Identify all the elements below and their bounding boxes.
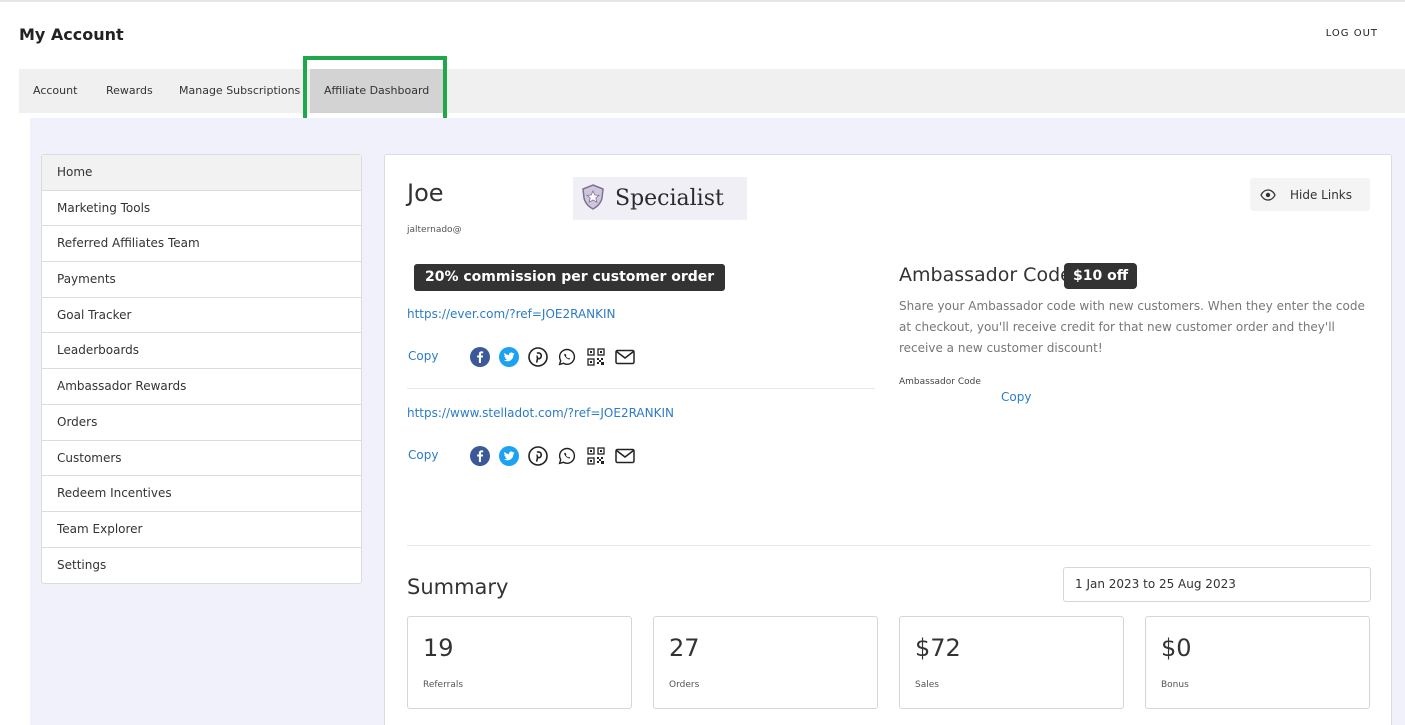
sidebar-item-goal-tracker[interactable]: Goal Tracker xyxy=(42,298,361,334)
logout-button[interactable]: LOG OUT xyxy=(1326,28,1378,39)
sidebar-item-referred-affiliates-team[interactable]: Referred Affiliates Team xyxy=(42,226,361,263)
pinterest-icon[interactable] xyxy=(528,347,548,367)
ambassador-description: Share your Ambassador code with new cust… xyxy=(899,299,1365,355)
stat-value: 27 xyxy=(669,634,700,662)
stat-label: Referrals xyxy=(423,680,464,690)
referral-link[interactable]: https://ever.com/?ref=JOE2RANKIN xyxy=(407,307,616,321)
top-border xyxy=(0,0,1405,2)
sidebar-item-payments[interactable]: Payments xyxy=(42,262,361,298)
stat-value: $0 xyxy=(1161,634,1192,662)
pinterest-icon[interactable] xyxy=(528,446,548,466)
sidebar-item-team-explorer[interactable]: Team Explorer xyxy=(42,512,361,548)
stat-label: Sales xyxy=(915,680,939,690)
sidebar-item-customers[interactable]: Customers xyxy=(42,441,361,477)
copy-ambassador-code-button[interactable]: Copy xyxy=(1001,390,1031,404)
link-divider xyxy=(407,388,875,389)
share-icons-row xyxy=(470,446,635,466)
sidebar-item-home[interactable]: Home xyxy=(42,155,361,191)
email-icon[interactable] xyxy=(615,347,635,367)
stat-label: Bonus xyxy=(1161,680,1189,690)
shield-star-icon xyxy=(581,183,605,214)
sidebar-item-redeem-incentives[interactable]: Redeem Incentives xyxy=(42,476,361,512)
facebook-icon[interactable] xyxy=(470,347,490,367)
account-tab-bar: Account Rewards Manage Subscriptions Aff… xyxy=(19,69,1405,113)
commission-badge: 20% commission per customer order xyxy=(414,264,726,291)
dashboard-panel: Joe jalternado@ Specialist Hide Links 20… xyxy=(384,154,1392,725)
page-title: My Account xyxy=(19,25,124,44)
whatsapp-icon[interactable] xyxy=(557,347,577,367)
stat-card-orders: 27 Orders xyxy=(653,616,878,709)
stat-card-referrals: 19 Referrals xyxy=(407,616,632,709)
rank-badge: Specialist xyxy=(573,177,747,220)
stat-value: $72 xyxy=(915,634,961,662)
tab-account[interactable]: Account xyxy=(33,69,77,113)
copy-link-button[interactable]: Copy xyxy=(408,448,438,462)
hide-links-button[interactable]: Hide Links xyxy=(1250,178,1370,211)
whatsapp-icon[interactable] xyxy=(557,446,577,466)
date-range-picker[interactable]: 1 Jan 2023 to 25 Aug 2023 xyxy=(1063,567,1371,602)
stat-value: 19 xyxy=(423,634,454,662)
email-icon[interactable] xyxy=(615,446,635,466)
stat-card-sales: $72 Sales xyxy=(899,616,1124,709)
referral-link[interactable]: https://www.stelladot.com/?ref=JOE2RANKI… xyxy=(407,406,674,420)
hide-links-label: Hide Links xyxy=(1290,187,1352,202)
sidebar-nav: Home Marketing Tools Referred Affiliates… xyxy=(41,154,362,585)
copy-link-button[interactable]: Copy xyxy=(408,349,438,363)
tab-manage-subscriptions[interactable]: Manage Subscriptions xyxy=(179,69,300,113)
tab-affiliate-dashboard[interactable]: Affiliate Dashboard xyxy=(310,69,444,113)
user-email: jalternado@ xyxy=(407,225,462,235)
eye-icon xyxy=(1260,188,1276,201)
share-icons-row xyxy=(470,347,635,367)
tab-rewards[interactable]: Rewards xyxy=(106,69,153,113)
user-name: Joe xyxy=(407,179,444,207)
rank-title: Specialist xyxy=(615,186,724,211)
section-divider xyxy=(407,545,1371,546)
qr-code-icon[interactable] xyxy=(586,446,606,466)
sidebar-item-leaderboards[interactable]: Leaderboards xyxy=(42,333,361,370)
ambassador-discount-badge: $10 off xyxy=(1064,263,1138,289)
twitter-icon[interactable] xyxy=(499,347,519,367)
stat-label: Orders xyxy=(669,680,700,690)
sidebar-item-orders[interactable]: Orders xyxy=(42,405,361,441)
sidebar-item-settings[interactable]: Settings xyxy=(42,548,361,584)
ambassador-code-title: Ambassador Code xyxy=(899,264,1072,286)
sidebar-item-ambassador-rewards[interactable]: Ambassador Rewards xyxy=(42,369,361,405)
ambassador-code-label: Ambassador Code xyxy=(899,377,981,387)
sidebar-item-marketing-tools[interactable]: Marketing Tools xyxy=(42,191,361,227)
qr-code-icon[interactable] xyxy=(586,347,606,367)
facebook-icon[interactable] xyxy=(470,446,490,466)
summary-title: Summary xyxy=(407,575,509,599)
twitter-icon[interactable] xyxy=(499,446,519,466)
stat-card-bonus: $0 Bonus xyxy=(1145,616,1370,709)
